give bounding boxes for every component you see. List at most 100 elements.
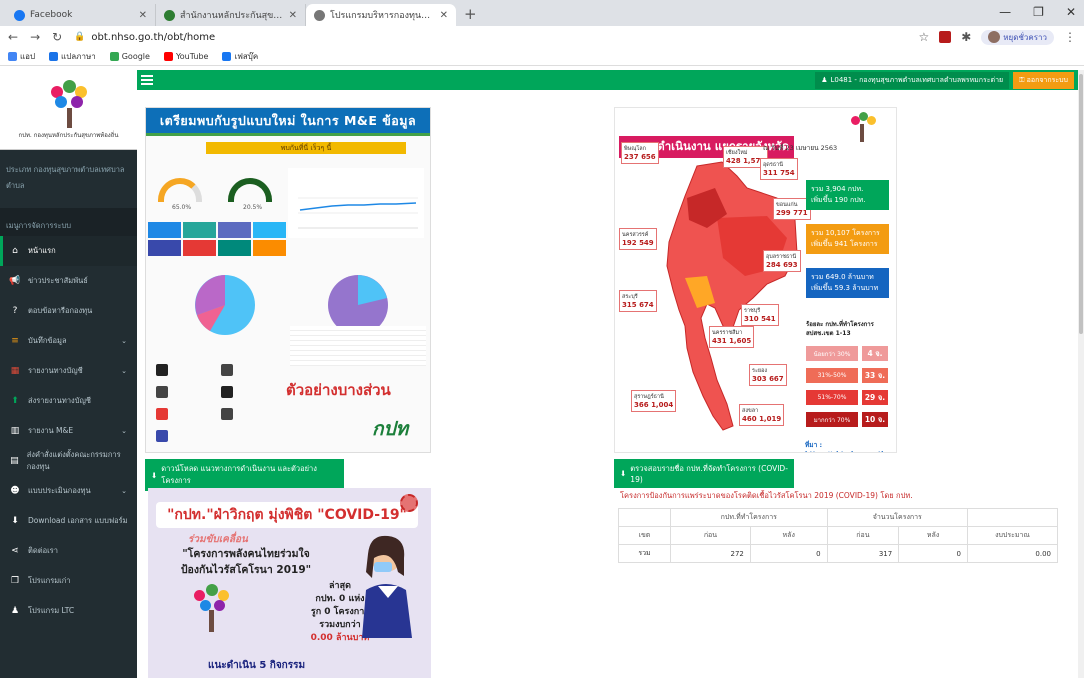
summary-card [148, 240, 181, 256]
user-icon: ♟ [821, 76, 828, 84]
sidebar-item[interactable]: ≡ บันทึกข้อมูล ⌄ [0, 326, 137, 356]
level-range: 31%-50% [806, 368, 858, 383]
province-name: พิษณุโลก [624, 146, 647, 152]
sidebar-item-label: ข่าวประชาสัมพันธ์ [28, 276, 88, 285]
line-chart-thumbnail [288, 168, 424, 238]
province-values: 460 1,019 [742, 415, 781, 423]
bookmark-google[interactable]: Google [109, 52, 150, 61]
hamburger-icon[interactable] [141, 75, 153, 85]
page-scrollbar[interactable] [1078, 70, 1084, 678]
province-project-count: 693 [783, 261, 798, 269]
close-tab-icon[interactable]: ✕ [289, 10, 297, 21]
forward-icon[interactable]: → [30, 30, 40, 44]
sidebar-item[interactable]: ⬆ ส่งรายงานทางบัญชี [0, 386, 137, 416]
check-label: ตรวจสอบรายชื่อ กปท.ที่จัดทำโครงการ (COVI… [630, 464, 788, 484]
province-callout: สระบุรี 315 674 [619, 290, 657, 312]
extension-icon[interactable] [939, 31, 952, 43]
chevron-down-icon: ⌄ [121, 427, 127, 435]
puzzle-icon[interactable]: ✱ [961, 30, 971, 44]
download-label: ดาวน์โหลด แนวทางการดำเนินงาน และตัวอย่าง… [161, 464, 317, 485]
bookmark-label: เฟสบุ๊ค [234, 52, 259, 61]
browser-tab-strip: Facebook ✕ สำนักงานหลักประกันสุขภาพแห่งช… [0, 0, 1084, 26]
user-account-button[interactable]: ♟ L0481 - กองทุนสุขภาพตำบลเทศบาลตำบลพรหม… [815, 71, 1010, 89]
sidebar-item[interactable]: 📢 ข่าวประชาสัมพันธ์ [0, 266, 137, 296]
province-project-count: 667 [769, 375, 784, 383]
province-project-count: 1,605 [729, 337, 752, 345]
logout-button[interactable]: ⚿ ออกจากระบบ [1013, 71, 1074, 89]
province-fund-count: 310 [744, 315, 759, 323]
sample-text: ตัวอย่างบางส่วน [286, 381, 391, 399]
cell-zone: รวม [618, 544, 671, 563]
check-covid-funds-button[interactable]: ⬇ ตรวจสอบรายชื่อ กปท.ที่จัดทำโครงการ (CO… [614, 459, 794, 488]
bookmark-apps[interactable]: แอป [8, 50, 35, 63]
table-icon: ▦ [10, 366, 20, 376]
bookmark-label: แปลภาษา [61, 52, 96, 61]
sidebar-item-label: โปรแกรม LTC [28, 606, 75, 615]
browser-tab-obt[interactable]: โปรแกรมบริหารกองทุนหลักประกันสุขภาพ ✕ [306, 4, 456, 26]
sidebar-logo[interactable]: กปท. กองทุนหลักประกันสุขภาพท้องถิ่น [0, 70, 137, 150]
star-icon[interactable]: ☆ [918, 30, 929, 44]
download-icon: ⬇ [11, 516, 19, 526]
scrollbar-thumb[interactable] [1079, 74, 1083, 334]
sidebar-item[interactable]: ♟ โปรแกรม LTC [0, 596, 137, 626]
province-name: ขอนแก่น [776, 202, 798, 208]
sidebar-item[interactable]: ❐ โปรแกรมเก่า [0, 566, 137, 596]
province-fund-count: 299 [776, 209, 791, 217]
browser-tab-nhso[interactable]: สำนักงานหลักประกันสุขภาพแห่งชาติ ✕ [156, 4, 306, 26]
bookmark-label: YouTube [175, 52, 209, 61]
province-callout: สุราษฎร์ธานี 366 1,004 [631, 390, 677, 412]
download-guide-button[interactable]: ⬇ ดาวน์โหลด แนวทางการดำเนินงาน และตัวอย่… [145, 459, 344, 491]
google-icon [109, 52, 119, 61]
browser-tab-facebook[interactable]: Facebook ✕ [6, 4, 156, 26]
province-name: ราชบุรี [744, 308, 761, 314]
stat-increase: เพิ่มขึ้น 190 กปท. [811, 196, 866, 204]
province-callout: พิษณุโลก 237 656 [621, 142, 659, 164]
sidebar-item[interactable]: ▥ รายงาน M&E ⌄ [0, 416, 137, 446]
close-tab-icon[interactable]: ✕ [139, 10, 147, 21]
lock-icon: 🔒 [74, 32, 86, 42]
province-name: สงขลา [742, 408, 759, 414]
url-field[interactable]: 🔒 obt.nhso.go.th/obt/home [74, 28, 906, 46]
minimize-icon[interactable]: — [999, 5, 1011, 19]
covid-projects-table: กปท.ที่ทำโครงการ จำนวนโครงการ เขต ก่อน ห… [618, 508, 1058, 563]
facebook-icon [14, 9, 25, 21]
database-icon: ≡ [11, 336, 19, 346]
level-range: 51%-70% [806, 390, 858, 405]
sidebar-item[interactable]: ⋖ ติดต่อเรา [0, 536, 137, 566]
sidebar-item[interactable]: ▤ ส่งคำสั่งแต่งตั้งคณะกรรมการกองทุน [0, 446, 137, 476]
province-project-count: 754 [780, 169, 795, 177]
menu-kebab-icon[interactable]: ⋮ [1064, 30, 1076, 44]
chart-icon: ▥ [10, 426, 20, 436]
back-icon[interactable]: ← [8, 30, 18, 44]
stat-increase: เพิ่มขึ้น 59.3 ล้านบาท [811, 284, 879, 292]
profile-button[interactable]: หยุดชั่วคราว [981, 29, 1054, 45]
province-name: อุบลราชธานี [766, 254, 797, 260]
sidebar-item[interactable]: ⌂ หน้าแรก [0, 236, 137, 266]
bookmark-facebook[interactable]: เฟสบุ๊ค [222, 50, 258, 63]
close-window-icon[interactable]: ✕ [1066, 5, 1076, 19]
sidebar-item[interactable]: ⬇ Download เอกสาร แบบฟอร์ม [0, 506, 137, 536]
maximize-icon[interactable]: ❐ [1033, 5, 1044, 19]
province-callout: นครสวรรค์ 192 549 [619, 228, 657, 250]
province-fund-count: 428 [726, 157, 741, 165]
me-subhead: พบกันที่นี่ เร็วๆ นี้ [206, 142, 406, 154]
check-icon: ⬇ [620, 469, 627, 478]
sidebar-item[interactable]: ☻ แบบประเมินกองทุน ⌄ [0, 476, 137, 506]
address-bar-row: ← → ↻ 🔒 obt.nhso.go.th/obt/home ☆ ✱ หยุด… [0, 26, 1084, 48]
avatar [988, 31, 1001, 43]
close-tab-icon[interactable]: ✕ [440, 10, 448, 21]
summary-stat-box: รวม 10,107 โครงการ เพิ่มขึ้น 941 โครงการ [806, 224, 889, 254]
sidebar-item[interactable]: ▦ รายงานทางบัญชี ⌄ [0, 356, 137, 386]
briefcase-icon [221, 386, 233, 398]
reload-icon[interactable]: ↻ [52, 30, 62, 44]
cell-project-before: 317 [826, 544, 900, 563]
sidebar-item[interactable]: ? ตอบข้อหารือกองทุน [0, 296, 137, 326]
tab-title: Facebook [30, 10, 73, 20]
heart-icon [156, 364, 168, 376]
bookmark-translate[interactable]: แปลภาษา [49, 50, 96, 63]
chevron-down-icon: ⌄ [121, 487, 127, 495]
as-of-date: ณ วันที่ 23 เมษายน 2563 [763, 144, 838, 152]
bookmark-youtube[interactable]: YouTube [163, 52, 209, 61]
new-tab-icon[interactable]: + [464, 5, 477, 23]
province-values: 303 667 [752, 375, 784, 383]
